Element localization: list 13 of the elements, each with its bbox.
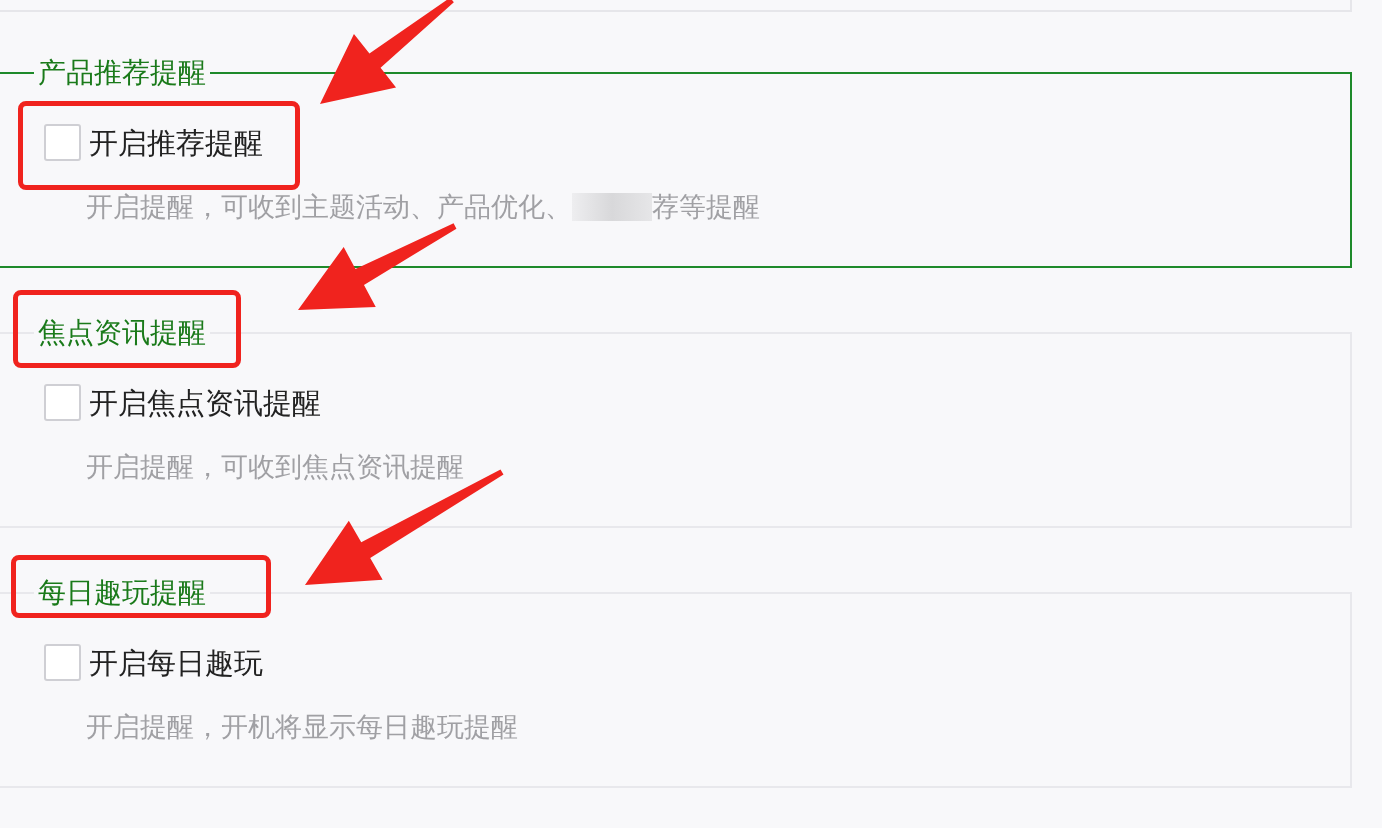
group-title: 产品推荐提醒 xyxy=(34,57,210,89)
checkbox[interactable] xyxy=(44,384,81,421)
checkbox-label: 开启每日趣玩 xyxy=(89,644,263,681)
group-description: 开启提醒，开机将显示每日趣玩提醒 xyxy=(86,712,518,742)
group-description: 开启提醒，可收到焦点资讯提醒 xyxy=(86,452,464,482)
group-title: 焦点资讯提醒 xyxy=(34,317,210,349)
checkbox[interactable] xyxy=(44,644,81,681)
group-description: 荐等提醒 xyxy=(652,192,760,222)
checkbox-label: 开启推荐提醒 xyxy=(89,124,263,161)
checkbox-label: 开启焦点资讯提醒 xyxy=(89,384,321,421)
group-title: 每日趣玩提醒 xyxy=(34,577,210,609)
checkbox[interactable] xyxy=(44,124,81,161)
group-description: 开启提醒，可收到主题活动、产品优化、 xyxy=(86,192,572,222)
